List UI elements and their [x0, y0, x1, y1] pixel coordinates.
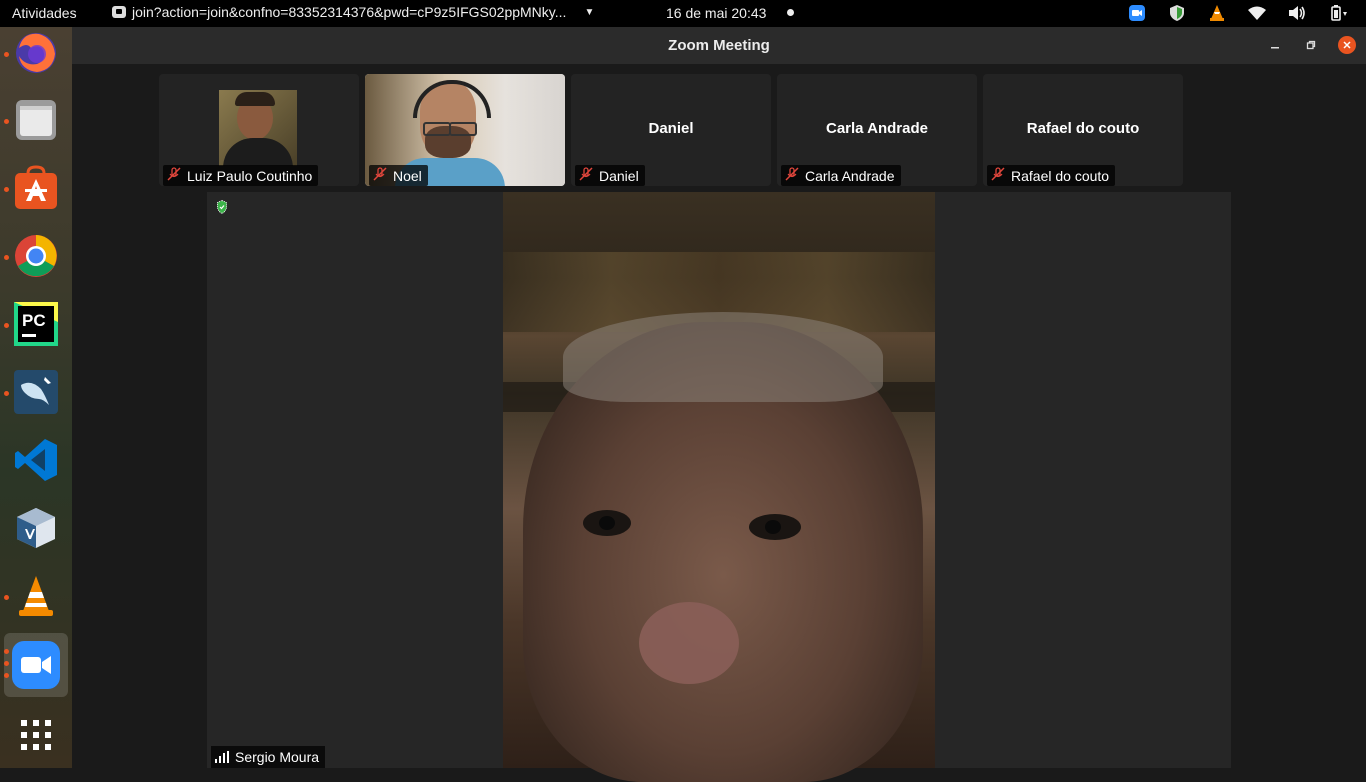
firefox-icon — [16, 33, 56, 73]
maximize-button[interactable] — [1302, 36, 1320, 54]
chrome-icon — [15, 235, 57, 277]
zoom-icon[interactable] — [1126, 3, 1148, 23]
participant-name-tag: Carla Andrade — [781, 165, 901, 186]
svg-text:PC: PC — [22, 311, 46, 330]
participant-tile[interactable]: Daniel Daniel — [571, 74, 771, 186]
participant-name-tag: Luiz Paulo Coutinho — [163, 165, 319, 186]
participant-display-name: Daniel — [648, 120, 694, 137]
zoom-app-icon — [112, 6, 126, 18]
participant-name: Noel — [393, 167, 422, 184]
dock-chrome[interactable] — [10, 230, 62, 282]
activities-button[interactable]: Atividades — [12, 5, 77, 21]
volume-icon[interactable] — [1286, 3, 1308, 23]
running-indicator — [4, 52, 9, 57]
restore-icon — [1306, 40, 1316, 50]
participant-display-name: Carla Andrade — [826, 120, 928, 137]
participant-name: Carla Andrade — [805, 167, 895, 184]
speaker-video — [503, 192, 935, 782]
running-indicator — [4, 673, 9, 678]
participant-tile[interactable]: Carla Andrade Carla Andrade — [777, 74, 977, 186]
encryption-shield-icon[interactable] — [217, 200, 227, 214]
dock-firefox[interactable] — [10, 27, 62, 79]
minimize-icon — [1271, 47, 1279, 49]
participant-name: Luiz Paulo Coutinho — [187, 167, 313, 184]
vscode-icon — [15, 439, 57, 481]
dock-ubuntu-software[interactable] — [10, 162, 62, 214]
vlc-dock-icon — [19, 576, 53, 616]
participant-video — [219, 90, 297, 166]
participant-tile-active[interactable]: Noel — [365, 74, 565, 186]
muted-mic-icon — [579, 167, 593, 184]
dock-files[interactable] — [10, 94, 62, 146]
minimize-button[interactable] — [1266, 36, 1284, 54]
running-indicator — [4, 187, 9, 192]
active-speaker-view[interactable]: Sergio Moura — [207, 192, 1231, 782]
dock-vlc[interactable] — [10, 570, 62, 622]
system-tray[interactable] — [1108, 3, 1348, 23]
wifi-icon[interactable] — [1246, 3, 1268, 23]
running-indicator — [4, 323, 9, 328]
running-indicator — [4, 255, 9, 260]
muted-mic-icon — [785, 167, 799, 184]
participant-name-tag: Daniel — [575, 165, 645, 186]
close-button[interactable] — [1338, 36, 1356, 54]
participant-name-tag: Rafael do couto — [987, 165, 1116, 186]
mysql-workbench-icon — [14, 370, 58, 414]
window-controls — [1266, 36, 1356, 54]
muted-mic-icon — [373, 167, 387, 184]
running-indicator — [4, 391, 9, 396]
vlc-icon[interactable] — [1206, 3, 1228, 23]
zoom-dock-icon — [12, 641, 60, 689]
participant-name: Daniel — [599, 167, 639, 184]
muted-mic-icon — [991, 167, 1005, 184]
speaker-name: Sergio Moura — [235, 749, 320, 765]
virtualbox-icon — [17, 508, 55, 548]
muted-mic-icon — [167, 167, 181, 184]
running-indicator — [4, 649, 9, 654]
files-icon — [16, 100, 56, 140]
running-indicator — [4, 661, 9, 666]
participant-name-tag: Noel — [369, 165, 428, 186]
pycharm-icon: PC — [14, 302, 58, 346]
window-title: Zoom Meeting — [668, 37, 770, 54]
shield-update-icon[interactable] — [1166, 3, 1188, 23]
window-titlebar[interactable]: Zoom Meeting — [72, 27, 1366, 64]
zoom-meeting-window: Zoom Meeting Luiz Paulo Coutinho Noel Da… — [72, 27, 1366, 782]
participant-tile[interactable]: Luiz Paulo Coutinho — [159, 74, 359, 186]
dock-mysql-workbench[interactable] — [10, 366, 62, 418]
battery-icon[interactable] — [1326, 3, 1348, 23]
app-menu[interactable]: join?action=join&confno=83352314376&pwd=… — [112, 4, 594, 20]
signal-strength-icon — [215, 751, 229, 763]
ubuntu-software-icon — [15, 165, 57, 209]
app-menu-title: join?action=join&confno=83352314376&pwd=… — [132, 4, 567, 20]
participant-tile[interactable]: Rafael do couto Rafael do couto — [983, 74, 1183, 186]
dock: PC — [0, 27, 72, 768]
participant-name: Rafael do couto — [1011, 167, 1110, 184]
dock-pycharm[interactable]: PC — [10, 298, 62, 350]
clock[interactable]: 16 de mai 20:43 — [666, 5, 766, 21]
running-indicator — [4, 595, 9, 600]
apps-grid-icon — [21, 720, 51, 750]
dock-vscode[interactable] — [10, 434, 62, 486]
chevron-down-icon: ▼ — [584, 6, 595, 18]
participant-display-name: Rafael do couto — [1026, 120, 1140, 137]
dock-zoom[interactable] — [4, 633, 68, 697]
running-indicator — [4, 119, 9, 124]
system-top-bar: Atividades join?action=join&confno=83352… — [0, 0, 1366, 27]
dock-virtualbox[interactable] — [10, 502, 62, 554]
show-applications-button[interactable] — [10, 709, 62, 761]
close-icon — [1343, 41, 1351, 49]
speaker-name-tag: Sergio Moura — [211, 746, 326, 768]
notification-dot — [787, 9, 794, 16]
